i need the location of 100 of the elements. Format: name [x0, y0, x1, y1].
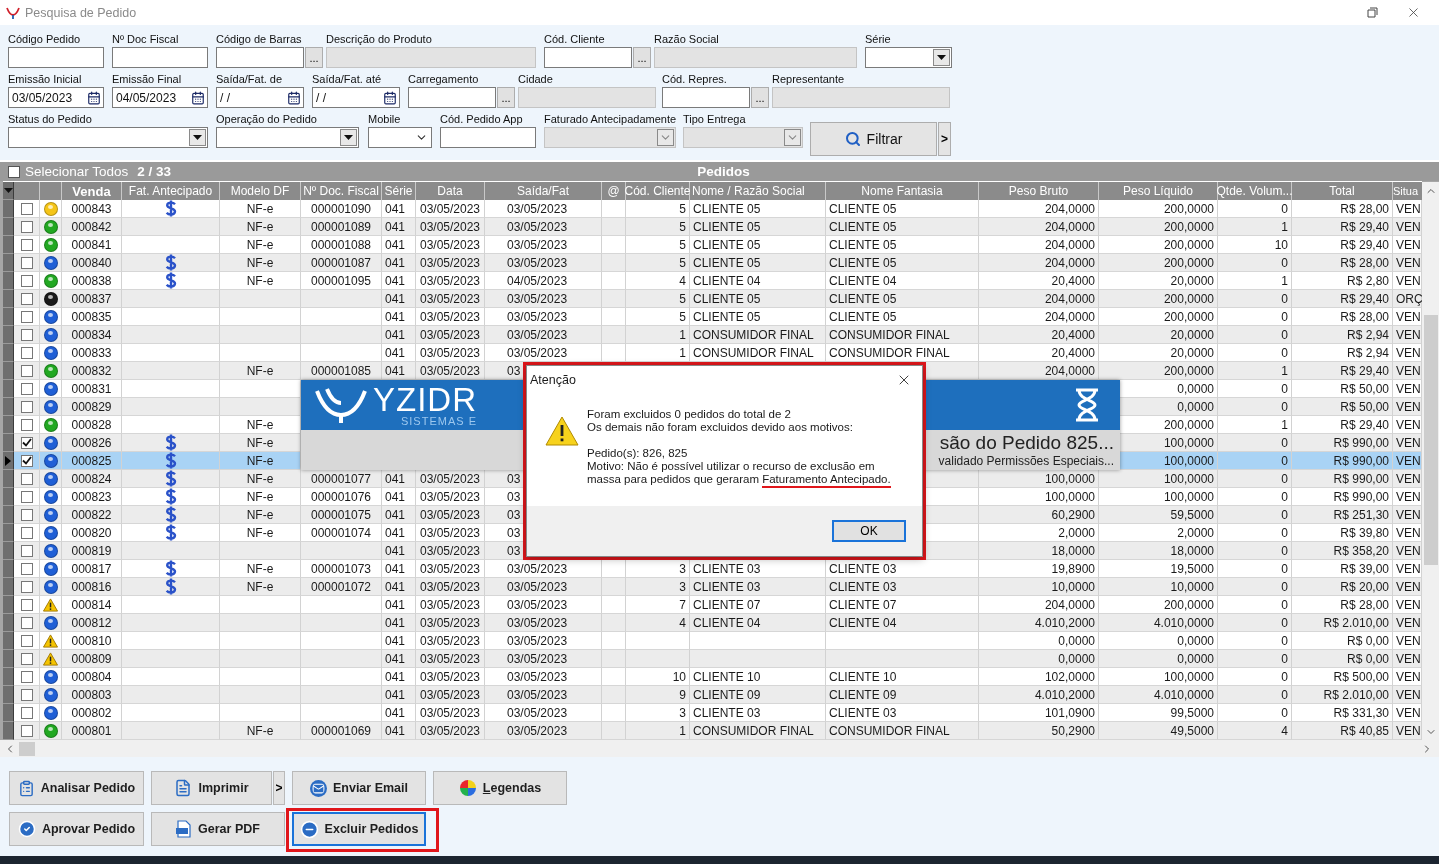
- table-cell-text: 03: [507, 525, 522, 540]
- table-cell: VEN: [1396, 381, 1421, 396]
- table-cell-text: 03/05/2023: [507, 309, 569, 324]
- table-cell-text: 03/05/2023: [507, 219, 569, 234]
- table-cell: 0: [1281, 633, 1288, 648]
- table-cell: CLIENTE 10: [693, 669, 761, 684]
- table-cell: CLIENTE 09: [693, 687, 761, 702]
- table-cell: R$ 990,00: [1333, 471, 1389, 486]
- table-cell: 03/05/2023: [419, 237, 481, 252]
- table-cell: R$ 39,80: [1340, 525, 1389, 540]
- field-label: Código Pedido: [8, 32, 81, 47]
- table-cell-text: 03/05/2023: [507, 291, 569, 306]
- table-cell-text: 03/05/2023: [507, 651, 569, 666]
- table-cell: 03/05/2023: [419, 489, 481, 504]
- field-label: Razão Social: [654, 32, 719, 47]
- field-label: Tipo Entrega: [683, 112, 746, 127]
- table-cell: 100,0000: [1163, 435, 1214, 450]
- table-cell: R$ 331,30: [1333, 705, 1389, 720]
- table-cell: CONSUMIDOR FINAL: [693, 345, 814, 360]
- table-cell: 000001088: [310, 237, 372, 252]
- table-cell: 000842: [71, 219, 112, 234]
- table-cell: CLIENTE 03: [829, 705, 897, 720]
- table-cell: CLIENTE 05: [829, 219, 897, 234]
- table-cell: 100,0000: [1044, 471, 1095, 486]
- table-cell: CLIENTE 05: [829, 201, 897, 216]
- table-cell: 000820: [71, 525, 112, 540]
- table-cell: CLIENTE 04: [693, 615, 761, 630]
- brand-tagline: SISTEMAS E: [400, 415, 477, 427]
- table-cell: 03/05/2023: [419, 201, 481, 216]
- table-cell: 000001069: [310, 723, 372, 738]
- table-cell: 0,0000: [1177, 381, 1214, 396]
- table-cell: 0: [1281, 327, 1288, 342]
- table-cell: 0,0000: [1177, 399, 1214, 414]
- table-cell: 000829: [71, 399, 112, 414]
- field-label: Mobile: [368, 112, 401, 127]
- table-cell: R$ 20,00: [1340, 579, 1389, 594]
- table-cell: 100,0000: [1163, 489, 1214, 504]
- table-cell: 0: [1281, 255, 1288, 270]
- table-cell: 03/05/2023: [419, 597, 481, 612]
- table-cell: NF-e: [246, 273, 274, 288]
- table-cell: 041: [385, 633, 406, 648]
- table-cell: 000001087: [310, 255, 372, 270]
- table-cell: 18,0000: [1051, 543, 1095, 558]
- table-cell: VEN: [1396, 327, 1421, 342]
- field-label: Status do Pedido: [8, 112, 92, 127]
- table-cell: NF-e: [246, 525, 274, 540]
- table-cell: VEN: [1396, 219, 1421, 234]
- table-cell: NF-e: [246, 363, 274, 378]
- table-cell: 041: [385, 525, 406, 540]
- table-cell: VEN: [1396, 417, 1421, 432]
- table-cell: NF-e: [246, 435, 274, 450]
- table-cell: ORÇ: [1396, 291, 1423, 306]
- table-cell: R$ 28,00: [1340, 309, 1389, 324]
- field-label: Descrição do Produto: [326, 32, 432, 47]
- table-cell: NF-e: [246, 561, 274, 576]
- table-cell: R$ 500,00: [1333, 669, 1389, 684]
- table-cell: R$ 990,00: [1333, 453, 1389, 468]
- table-cell: 200,0000: [1163, 363, 1214, 378]
- table-cell: 000824: [71, 471, 112, 486]
- table-cell: NF-e: [246, 255, 274, 270]
- table-cell: 03/05/2023: [419, 345, 481, 360]
- table-cell-text: 03/05/2023: [507, 687, 569, 702]
- table-cell: CLIENTE 05: [693, 219, 761, 234]
- table-cell: 0: [1281, 705, 1288, 720]
- table-cell: CONSUMIDOR FINAL: [693, 723, 814, 738]
- table-cell: 100,0000: [1163, 453, 1214, 468]
- table-cell: 03/05/2023: [419, 633, 481, 648]
- loading-message: são do Pedido 825...: [939, 432, 1114, 454]
- table-cell: 4: [1281, 723, 1288, 738]
- table-cell: 0,0000: [1058, 651, 1095, 666]
- table-cell-text: 03/05/2023: [507, 705, 569, 720]
- table-cell: 000001077: [310, 471, 372, 486]
- table-cell: 20,4000: [1051, 273, 1095, 288]
- table-cell: 3: [679, 705, 686, 720]
- table-cell: 200,0000: [1163, 597, 1214, 612]
- dialog-message: Foram excluidos 0 pedidos do total de 2: [587, 408, 792, 421]
- field-label: Cód. Cliente: [544, 32, 605, 47]
- table-cell: 200,0000: [1163, 219, 1214, 234]
- table-cell: 0: [1281, 597, 1288, 612]
- field-label: Carregamento: [408, 72, 479, 87]
- table-cell: 03/05/2023: [419, 615, 481, 630]
- table-cell: 200,0000: [1163, 309, 1214, 324]
- brand-name: YZIDR: [373, 383, 477, 416]
- table-cell: 3: [679, 561, 686, 576]
- table-cell-text: 03/05/2023: [507, 561, 569, 576]
- table-cell: VEN: [1396, 201, 1421, 216]
- table-cell: 0: [1281, 201, 1288, 216]
- table-cell: 041: [385, 237, 406, 252]
- table-cell: 0: [1281, 507, 1288, 522]
- table-cell: 000816: [71, 579, 112, 594]
- table-cell: 000802: [71, 705, 112, 720]
- table-cell: CLIENTE 07: [693, 597, 761, 612]
- table-cell: 0: [1281, 651, 1288, 666]
- table-cell: 10,0000: [1170, 579, 1214, 594]
- table-cell: 5: [679, 219, 686, 234]
- table-cell: R$ 29,40: [1340, 219, 1389, 234]
- table-cell: 03/05/2023: [419, 579, 481, 594]
- table-cell: 0: [1281, 309, 1288, 324]
- table-cell: 03/05/2023: [419, 651, 481, 666]
- table-cell: 000804: [71, 669, 112, 684]
